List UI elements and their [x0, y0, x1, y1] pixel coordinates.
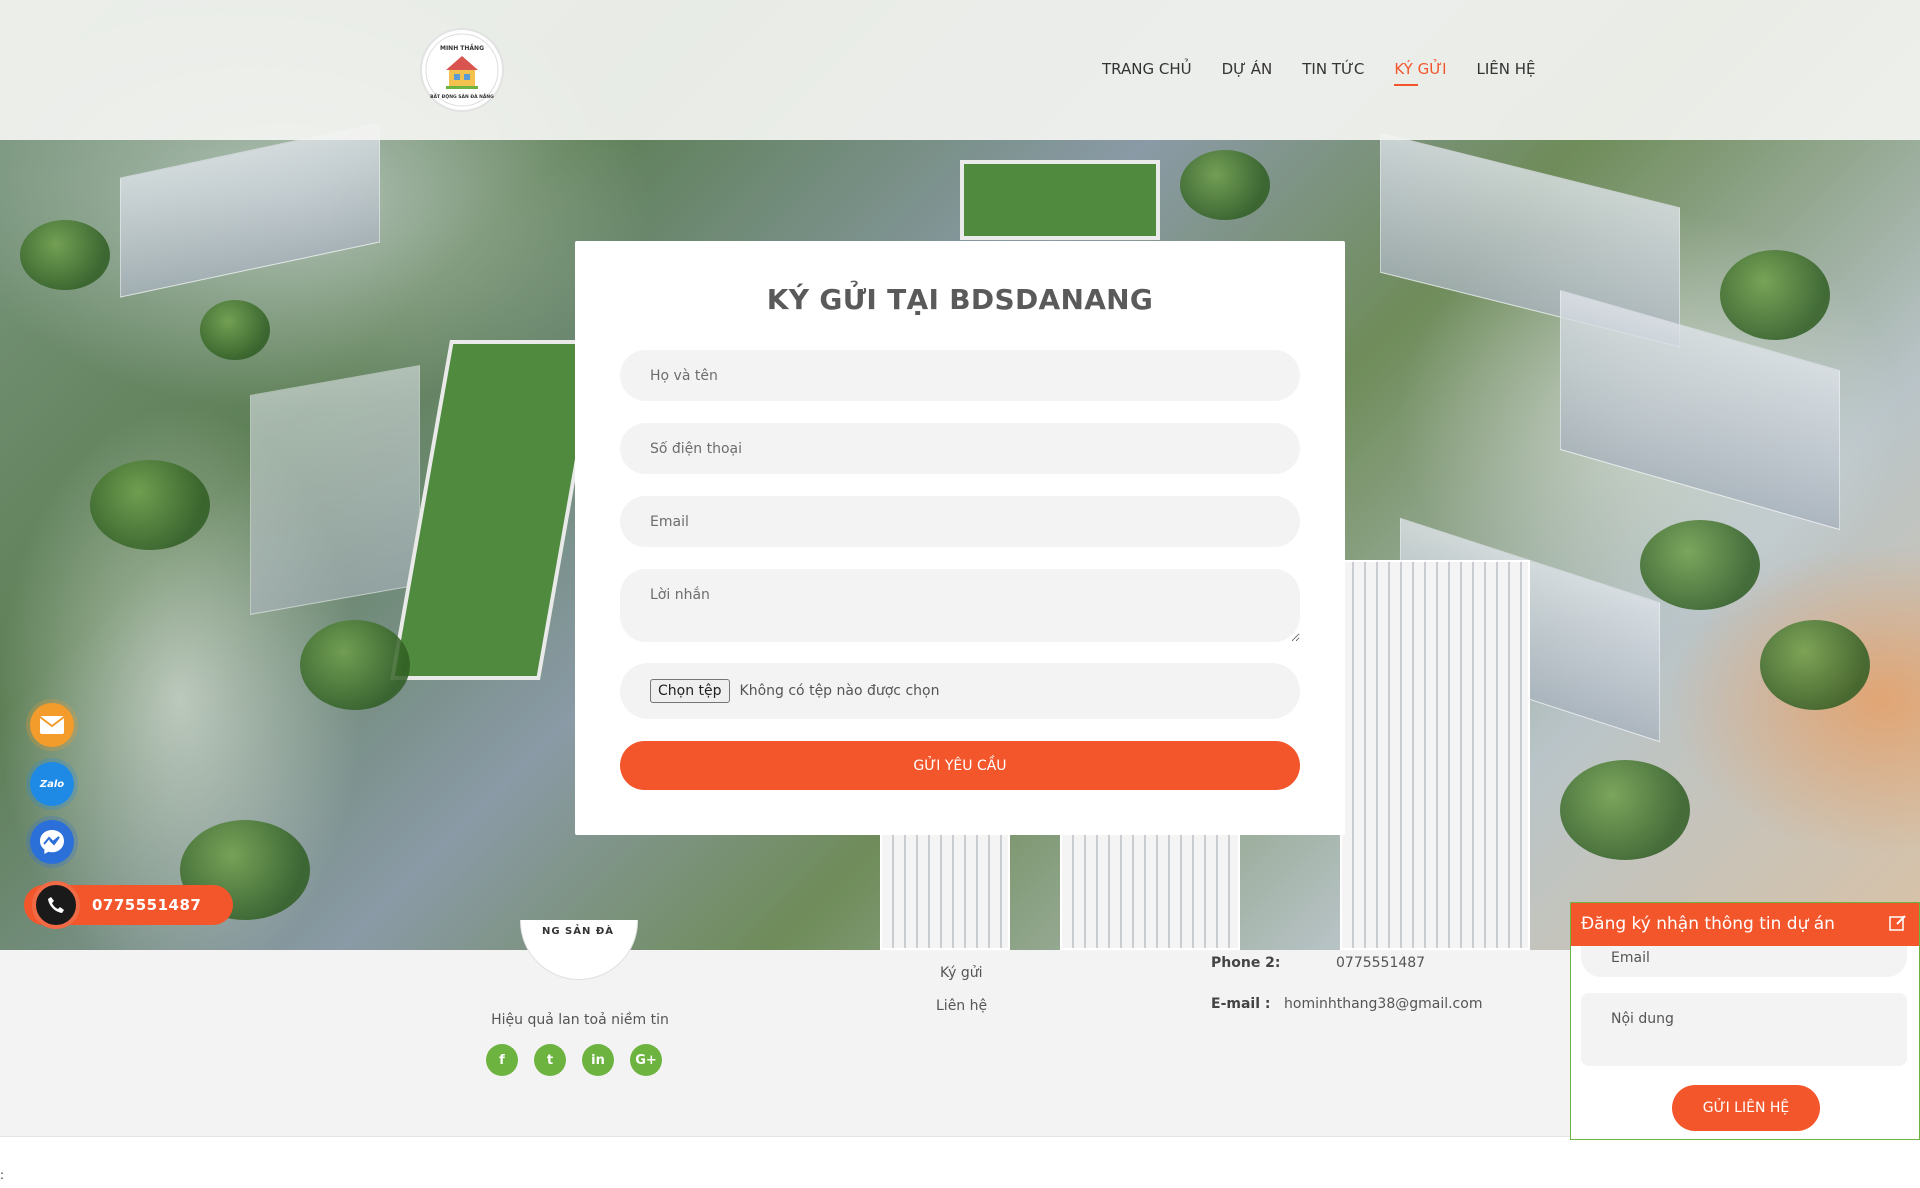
background-building: [120, 122, 380, 298]
email-value[interactable]: hominhthang38@gmail.com: [1284, 996, 1482, 1012]
background-tree: [300, 620, 410, 710]
nav-item-home[interactable]: TRANG CHỦ: [1102, 60, 1192, 86]
site-header: MINH THẮNG BẤT ĐỘNG SẢN ĐÀ NẴNG TRANG CH…: [0, 0, 1920, 140]
facebook-icon[interactable]: f: [486, 1044, 518, 1076]
background-building: [390, 340, 600, 680]
background-tower: [1340, 560, 1530, 950]
footer-logo-text: NG SẢN ĐÀ: [542, 926, 614, 937]
nav-item-projects[interactable]: DỰ ÁN: [1222, 60, 1273, 86]
background-tree: [200, 300, 270, 360]
email-input[interactable]: [620, 496, 1300, 547]
choose-file-button[interactable]: Chọn tệp: [650, 679, 730, 703]
linkedin-icon[interactable]: in: [582, 1044, 614, 1076]
svg-text:MINH THẮNG: MINH THẮNG: [440, 44, 484, 52]
background-tree: [1180, 150, 1270, 220]
footer-tagline: Hiệu quả lan toả niềm tin: [491, 1012, 669, 1028]
form-title: KÝ GỬI TẠI BDSDANANG: [766, 283, 1154, 316]
file-upload-field: Chọn tệp Không có tệp nào được chọn: [620, 663, 1300, 719]
message-input[interactable]: [620, 569, 1300, 642]
call-float-button[interactable]: 0775551487: [24, 881, 233, 929]
stray-text: :: [0, 1168, 5, 1182]
email-label: E-mail :: [1211, 996, 1271, 1012]
widget-header[interactable]: Đăng ký nhận thông tin dự án: [1571, 903, 1919, 946]
messenger-icon: [40, 830, 64, 854]
file-status-text: Không có tệp nào được chọn: [739, 683, 940, 699]
google-plus-icon[interactable]: G+: [630, 1044, 662, 1076]
phone-input[interactable]: [620, 423, 1300, 474]
widget-content-input[interactable]: [1581, 993, 1907, 1066]
phone-icon: [32, 881, 80, 929]
nav-item-consign[interactable]: KÝ GỬI: [1394, 60, 1447, 86]
background-building: [960, 160, 1160, 240]
background-tree: [20, 220, 110, 290]
edit-icon[interactable]: [1889, 914, 1907, 937]
background-tree: [1560, 760, 1690, 860]
zalo-icon: Zalo: [39, 778, 65, 790]
zalo-float-button[interactable]: Zalo: [30, 762, 74, 806]
phone2-value: 0775551487: [1336, 955, 1426, 971]
site-logo[interactable]: MINH THẮNG BẤT ĐỘNG SẢN ĐÀ NẴNG: [420, 28, 504, 112]
social-links: f t in G+: [486, 1044, 662, 1076]
hotline-number: 0775551487: [92, 896, 202, 914]
messenger-float-button[interactable]: [30, 820, 74, 864]
widget-title: Đăng ký nhận thông tin dự án: [1581, 914, 1835, 934]
footer-link-consign[interactable]: Ký gửi: [940, 965, 983, 981]
background-tree: [1720, 250, 1830, 340]
mail-icon: [39, 716, 65, 734]
nav-item-contact[interactable]: LIÊN HỆ: [1477, 60, 1536, 86]
background-tree: [1640, 520, 1760, 610]
widget-submit-button[interactable]: GỬI LIÊN HỆ: [1672, 1085, 1820, 1131]
subscribe-widget: GỬI LIÊN HỆ Đăng ký nhận thông tin dự án: [1570, 902, 1920, 1140]
background-tree: [90, 460, 210, 550]
background-tree: [1760, 620, 1870, 710]
house-logo-icon: MINH THẮNG BẤT ĐỘNG SẢN ĐÀ NẴNG: [425, 33, 499, 107]
background-building: [250, 365, 420, 615]
consign-form-card: KÝ GỬI TẠI BDSDANANG Chọn tệp Không có t…: [575, 241, 1345, 835]
footer-link-contact[interactable]: Liên hệ: [936, 998, 987, 1014]
footer-logo: NG SẢN ĐÀ: [520, 920, 638, 980]
name-input[interactable]: [620, 350, 1300, 401]
background-tower: [880, 820, 1010, 950]
phone2-label: Phone 2:: [1211, 955, 1281, 971]
main-nav: TRANG CHỦ DỰ ÁN TIN TỨC KÝ GỬI LIÊN HỆ: [1102, 60, 1536, 86]
submit-request-button[interactable]: GỬI YÊU CẦU: [620, 741, 1300, 790]
twitter-icon[interactable]: t: [534, 1044, 566, 1076]
nav-item-news[interactable]: TIN TỨC: [1302, 60, 1364, 86]
email-float-button[interactable]: [30, 703, 74, 747]
